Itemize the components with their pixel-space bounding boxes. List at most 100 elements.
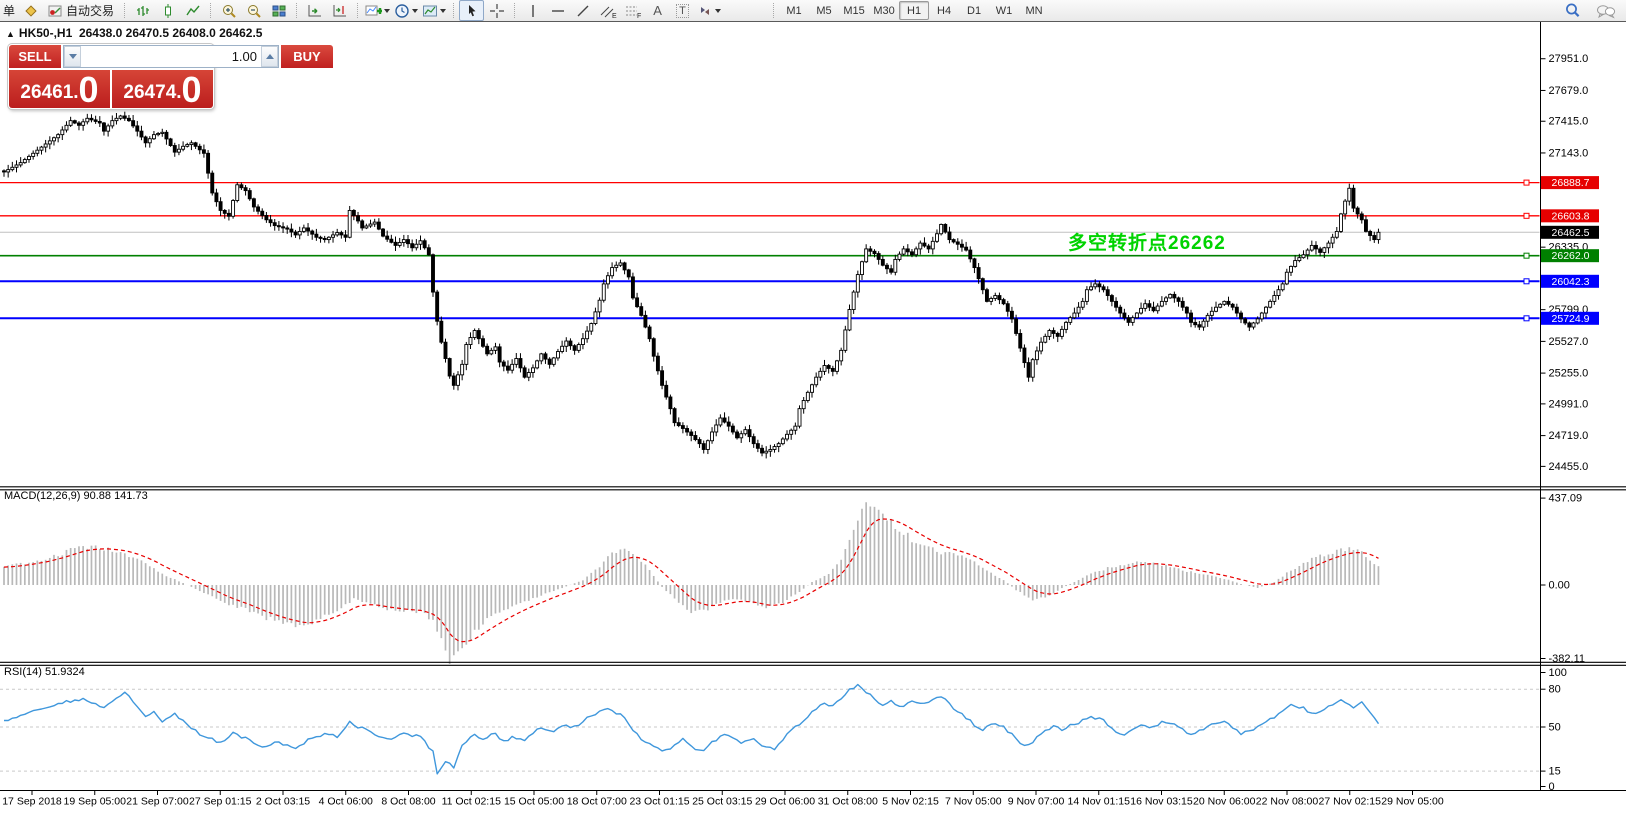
mt4-window: 单 自动交易	[0, 0, 1626, 821]
sell-price-main: 26461	[20, 80, 73, 106]
rsi-indicator-label: RSI(14) 51.9324	[4, 666, 85, 678]
trendline-button[interactable]	[570, 0, 595, 21]
search-symbol-button[interactable]	[1560, 0, 1585, 21]
date-label: 27 Sep 01:15	[189, 796, 252, 808]
chart-canvas[interactable]: 27951.027679.027415.027143.026335.025799…	[0, 0, 1626, 815]
date-label: 16 Nov 03:15	[1130, 796, 1193, 808]
date-label: 2 Oct 03:15	[256, 796, 310, 808]
sell-price-display[interactable]: 26461.0	[9, 70, 110, 108]
arrows-button[interactable]	[695, 0, 723, 21]
zoom-out-button[interactable]	[241, 0, 266, 21]
community-chat-button[interactable]	[1593, 0, 1618, 21]
chart-shift-button[interactable]	[327, 0, 352, 21]
timeframe-button-mn[interactable]: MN	[1019, 1, 1049, 20]
price-badge-value: 25724.9	[1552, 313, 1590, 325]
horizontal-line-button[interactable]	[545, 0, 570, 21]
cursor-group	[459, 0, 509, 21]
auto-scroll-button[interactable]	[302, 0, 327, 21]
text-button[interactable]: A	[645, 0, 670, 21]
volume-input[interactable]	[81, 46, 261, 67]
buy-button[interactable]: BUY	[281, 45, 333, 68]
cursor-button[interactable]	[459, 0, 484, 21]
autotrading-icon	[48, 4, 63, 18]
text-label-button[interactable]: T	[670, 0, 695, 21]
text-tool-letter: A	[653, 3, 662, 18]
line-chart-button[interactable]	[180, 0, 205, 21]
one-click-trading-panel: SELL BUY 26461.0 26474.0	[8, 44, 214, 109]
date-label: 8 Oct 08:00	[381, 796, 435, 808]
date-label: 23 Oct 01:15	[629, 796, 689, 808]
date-label: 9 Nov 07:00	[1008, 796, 1065, 808]
separator	[773, 3, 775, 18]
chart-background[interactable]	[0, 22, 1626, 791]
separator	[296, 3, 298, 18]
dropdown-arrow-icon[interactable]	[412, 9, 418, 13]
price-badge-value: 26462.5	[1552, 227, 1590, 239]
new-order-icon[interactable]	[18, 0, 43, 21]
date-label: 22 Nov 08:00	[1256, 796, 1319, 808]
equidistant-channel-button[interactable]: E	[595, 0, 620, 21]
date-label: 29 Oct 06:00	[755, 796, 815, 808]
volume-decrease-button[interactable]	[64, 46, 81, 67]
price-tick-label: 25527.0	[1549, 336, 1589, 348]
periods-button[interactable]	[392, 0, 420, 21]
new-order-button[interactable]: 单	[0, 2, 18, 19]
timeframe-button-m15[interactable]: M15	[839, 1, 869, 20]
tile-windows-button[interactable]	[266, 0, 291, 21]
buy-price-display[interactable]: 26474.0	[112, 70, 213, 108]
timeframe-button-h4[interactable]: H4	[929, 1, 959, 20]
chart-title: ▲HK50-,H1 26438.0 26470.5 26408.0 26462.…	[6, 26, 262, 40]
autotrading-label: 自动交易	[66, 2, 114, 19]
separator	[357, 3, 359, 18]
date-label: 4 Oct 06:00	[319, 796, 373, 808]
timeframe-button-m30[interactable]: M30	[869, 1, 899, 20]
label-tool-letter: T	[676, 4, 689, 18]
price-tick-label: 27143.0	[1549, 147, 1589, 159]
vertical-line-button[interactable]	[520, 0, 545, 21]
price-badge-value: 26888.7	[1552, 177, 1590, 189]
dropdown-arrow-icon[interactable]	[384, 9, 390, 13]
toolbar-right	[1560, 0, 1618, 21]
bar-chart-button[interactable]	[130, 0, 155, 21]
line-handle[interactable]	[1524, 213, 1529, 218]
price-tick-label: 27415.0	[1549, 116, 1589, 128]
volume-increase-button[interactable]	[261, 46, 278, 67]
indicator-tick-label: 0	[1549, 781, 1555, 793]
date-label: 31 Oct 08:00	[818, 796, 878, 808]
volume-control	[63, 45, 279, 68]
date-label: 18 Oct 07:00	[567, 796, 627, 808]
collapse-panel-icon[interactable]: ▲	[6, 29, 15, 39]
timeframe-button-w1[interactable]: W1	[989, 1, 1019, 20]
date-label: 21 Sep 07:00	[126, 796, 189, 808]
sell-button[interactable]: SELL	[9, 45, 61, 68]
date-label: 29 Nov 05:00	[1381, 796, 1444, 808]
zoom-in-button[interactable]	[216, 0, 241, 21]
timeframe-button-d1[interactable]: D1	[959, 1, 989, 20]
templates-button[interactable]	[420, 0, 448, 21]
sell-price-pip: 0	[79, 74, 99, 106]
crosshair-button[interactable]	[484, 0, 509, 21]
autotrading-button[interactable]: 自动交易	[43, 0, 119, 21]
dropdown-arrow-icon[interactable]	[440, 9, 446, 13]
line-handle[interactable]	[1524, 253, 1529, 258]
timeframe-button-h1[interactable]: H1	[899, 1, 929, 20]
line-handle[interactable]	[1524, 180, 1529, 185]
indicators-button[interactable]	[363, 0, 392, 21]
indicator-tick-label: 100	[1549, 667, 1567, 679]
indicator-tick-label: 15	[1549, 766, 1561, 778]
price-tick-label: 24991.0	[1549, 398, 1589, 410]
candlestick-chart-button[interactable]	[155, 0, 180, 21]
timeframe-button-m5[interactable]: M5	[809, 1, 839, 20]
drawing-tools-group: E F A T	[520, 0, 723, 21]
time-axis[interactable]: 17 Sep 201819 Sep 05:0021 Sep 07:0027 Se…	[2, 791, 1444, 808]
date-label: 27 Nov 02:15	[1319, 796, 1382, 808]
trade-group: 单 自动交易	[0, 0, 119, 21]
price-tick-label: 27679.0	[1549, 85, 1589, 97]
dropdown-arrow-icon[interactable]	[715, 9, 721, 13]
timeframe-button-m1[interactable]: M1	[779, 1, 809, 20]
chart-annotation-text[interactable]: 多空转折点26262	[1068, 228, 1226, 255]
line-handle[interactable]	[1524, 279, 1529, 284]
fibonacci-button[interactable]: F	[620, 0, 645, 21]
line-handle[interactable]	[1524, 316, 1529, 321]
scroll-group	[302, 0, 352, 21]
